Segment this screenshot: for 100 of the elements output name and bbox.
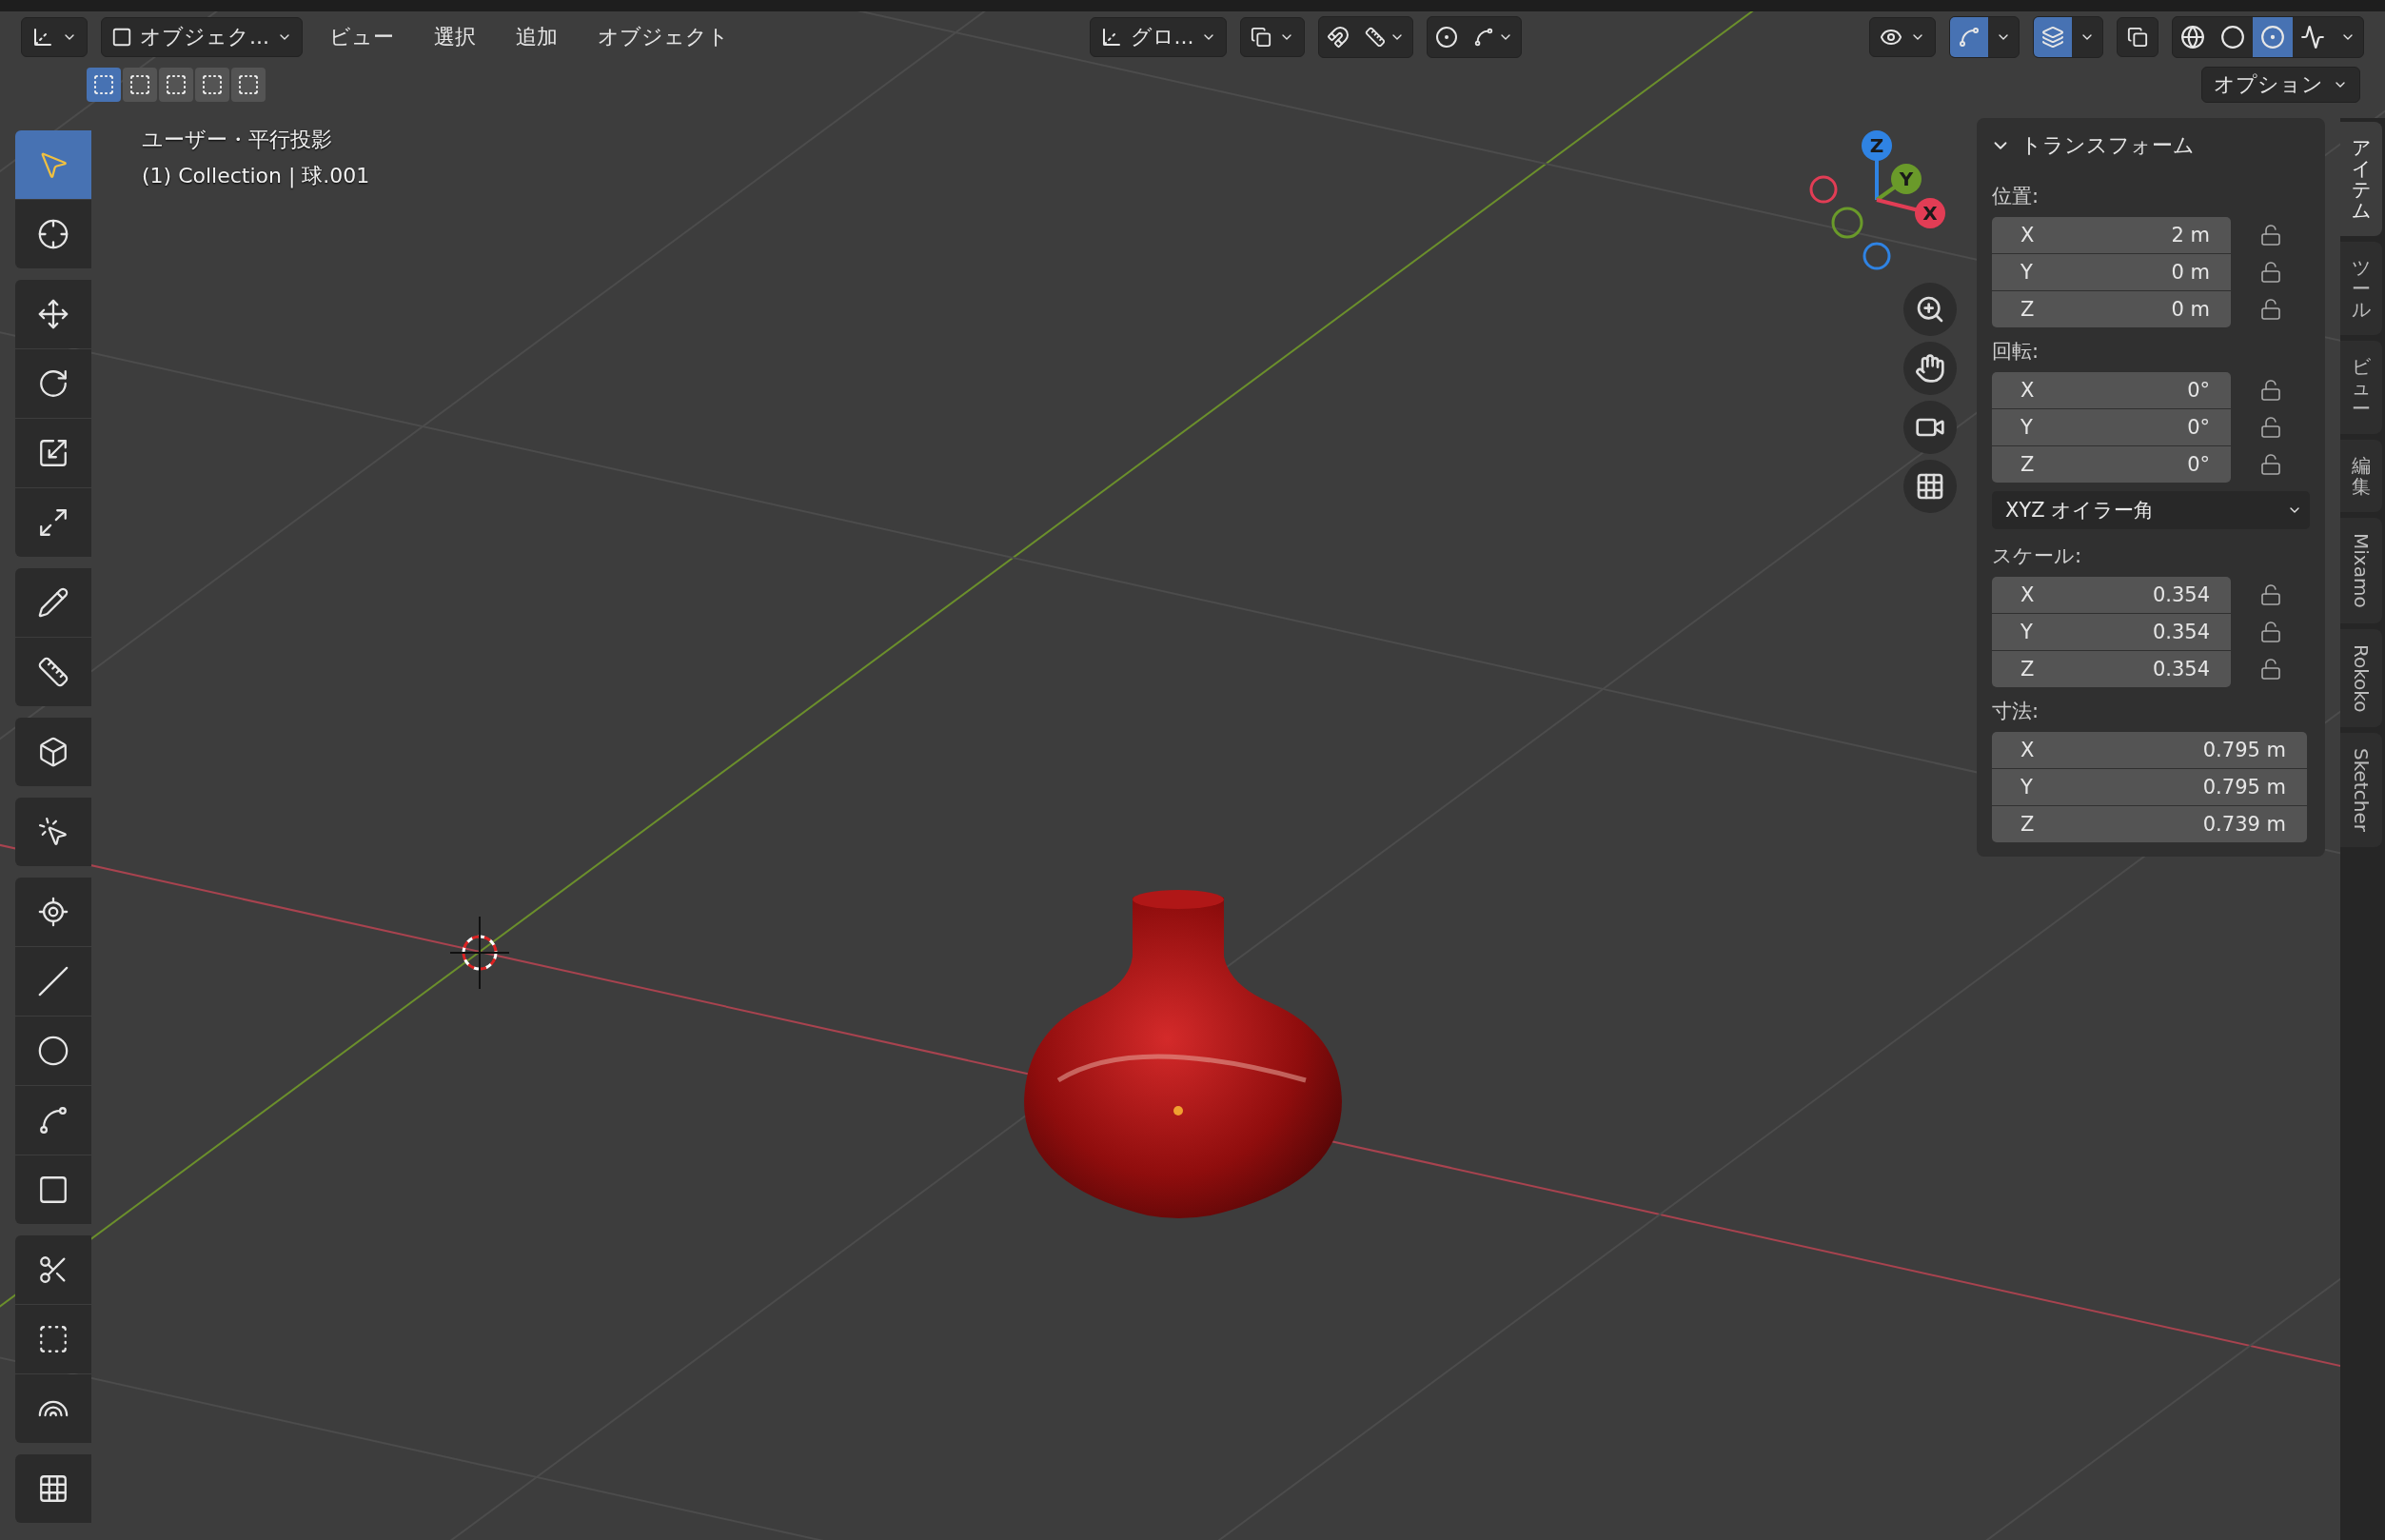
visibility-dropdown[interactable]	[1869, 17, 1936, 57]
number-field[interactable]: X 2 m	[1992, 217, 2231, 253]
selection-mode-button[interactable]	[159, 68, 193, 102]
rendered-icon	[2300, 25, 2325, 49]
grid-icon	[37, 1472, 69, 1505]
magnet-icon	[1327, 26, 1350, 49]
unlock-icon[interactable]	[2259, 583, 2282, 606]
number-field[interactable]: Y 0.795 m	[1992, 769, 2307, 805]
unlock-icon[interactable]	[2259, 261, 2282, 284]
unlock-icon[interactable]	[2259, 658, 2282, 681]
number-field[interactable]: X 0°	[1992, 372, 2231, 408]
arc-lines-tool[interactable]	[15, 1374, 91, 1443]
selection-mode-button[interactable]	[195, 68, 229, 102]
ruler-icon	[1365, 27, 1387, 48]
sidebar-tab[interactable]: アイテム	[2340, 122, 2382, 236]
mode-dropdown[interactable]: オブジェク...	[101, 17, 303, 57]
measure-tool[interactable]	[15, 638, 91, 706]
sidebar-tab[interactable]: ツール	[2340, 242, 2382, 335]
unlock-icon[interactable]	[2259, 224, 2282, 247]
rotate-tool[interactable]	[15, 349, 91, 418]
number-field[interactable]: X 0.354	[1992, 577, 2231, 613]
target-icon	[1435, 26, 1459, 49]
cursor-tool[interactable]	[15, 200, 91, 268]
transform-tool[interactable]	[15, 488, 91, 557]
pan-button[interactable]	[1903, 342, 1957, 395]
add-point-tool[interactable]	[15, 878, 91, 946]
camera-button[interactable]	[1903, 401, 1957, 454]
axis-handle[interactable]: X	[1915, 198, 1945, 228]
dashed-square-icon	[92, 73, 115, 96]
menu-item[interactable]: オブジェクト	[584, 23, 742, 51]
select-move-tool[interactable]	[15, 798, 91, 866]
add-cube-tool[interactable]	[15, 718, 91, 786]
negative-axis-handle[interactable]	[1809, 175, 1838, 204]
negative-axis-handle[interactable]	[1863, 242, 1891, 270]
object-info: (1) Collection | 球.001	[142, 163, 370, 190]
options-dropdown[interactable]: オプション	[2201, 67, 2360, 103]
orientation-dropdown[interactable]: グロ...	[1089, 17, 1228, 57]
number-field[interactable]: Z 0.354	[1992, 651, 2231, 687]
selection-mode-button[interactable]	[123, 68, 157, 102]
menu-item[interactable]: 追加	[503, 23, 571, 51]
section-label: 回転:	[1991, 339, 2040, 365]
grid-view-button[interactable]	[1903, 460, 1957, 513]
number-field[interactable]: X 0.795 m	[1992, 732, 2307, 768]
unlock-icon[interactable]	[2259, 379, 2282, 402]
unlock-icon[interactable]	[2259, 416, 2282, 439]
add-point-icon	[37, 896, 69, 928]
number-field[interactable]: Y 0 m	[1992, 254, 2231, 290]
gizmo-toggle[interactable]	[1950, 17, 1988, 57]
view-name: ユーザー・平行投影	[142, 127, 333, 153]
number-field[interactable]: Z 0°	[1992, 446, 2231, 483]
zoom-button[interactable]	[1903, 283, 1957, 336]
number-field[interactable]: Z 0 m	[1992, 291, 2231, 327]
axes-icon	[31, 26, 54, 49]
origin-dot	[1173, 1106, 1183, 1116]
axis-handle[interactable]: Z	[1862, 130, 1892, 161]
unlock-icon[interactable]	[2259, 298, 2282, 321]
overlays-toggle[interactable]	[2034, 17, 2072, 57]
add-circle-tool[interactable]	[15, 1017, 91, 1085]
selection-mode-button[interactable]	[231, 68, 266, 102]
annotate-tool[interactable]	[15, 568, 91, 637]
add-arc-tool[interactable]	[15, 1086, 91, 1155]
selection-mode-button[interactable]	[87, 68, 121, 102]
unlock-icon[interactable]	[2259, 621, 2282, 643]
grid-icon	[1915, 471, 1945, 502]
sidebar-tab[interactable]: Mixamo	[2340, 518, 2382, 623]
editor-type-button[interactable]	[21, 17, 88, 57]
material-icon	[2260, 25, 2285, 49]
sidebar-tab[interactable]: Rokoko	[2340, 628, 2382, 728]
sidebar-tab[interactable]: Sketcher	[2340, 733, 2382, 847]
measure-icon	[37, 656, 69, 688]
knife-tool[interactable]	[15, 1235, 91, 1304]
rotation-mode-dropdown[interactable]: XYZ オイラー角	[1992, 491, 2310, 529]
move-icon	[37, 298, 69, 330]
unlock-icon[interactable]	[2259, 453, 2282, 476]
panel-title[interactable]: トランスフォーム	[2020, 131, 2310, 160]
hand-icon	[1915, 353, 1945, 384]
section-label: スケール:	[1991, 543, 2083, 569]
xray-toggle[interactable]	[2117, 17, 2158, 57]
annotate-icon	[37, 586, 69, 619]
sidebar-tab[interactable]: 編集	[2340, 440, 2382, 512]
rotate-icon	[37, 367, 69, 400]
scale-tool[interactable]	[15, 419, 91, 487]
dashed-square-icon	[165, 73, 187, 96]
grid-tool[interactable]	[15, 1454, 91, 1523]
sidebar-tab[interactable]: ビュー	[2340, 341, 2382, 434]
material-shading-button[interactable]	[2253, 17, 2293, 57]
pivot-dropdown[interactable]	[1240, 17, 1306, 57]
number-field[interactable]: Y 0.354	[1992, 614, 2231, 650]
add-square-tool[interactable]	[15, 1155, 91, 1224]
number-field[interactable]: Y 0°	[1992, 409, 2231, 445]
add-line-icon	[37, 965, 69, 997]
menu-item[interactable]: 選択	[421, 23, 489, 51]
wireframe-icon	[2180, 25, 2205, 49]
negative-axis-handle[interactable]	[1831, 207, 1863, 239]
menu-item[interactable]: ビュー	[316, 23, 407, 51]
axis-handle[interactable]: Y	[1891, 164, 1922, 194]
move-tool[interactable]	[15, 280, 91, 348]
bevel-tool[interactable]	[15, 1305, 91, 1373]
number-field[interactable]: Z 0.739 m	[1992, 806, 2307, 842]
section-label: 寸法:	[1991, 699, 2040, 724]
